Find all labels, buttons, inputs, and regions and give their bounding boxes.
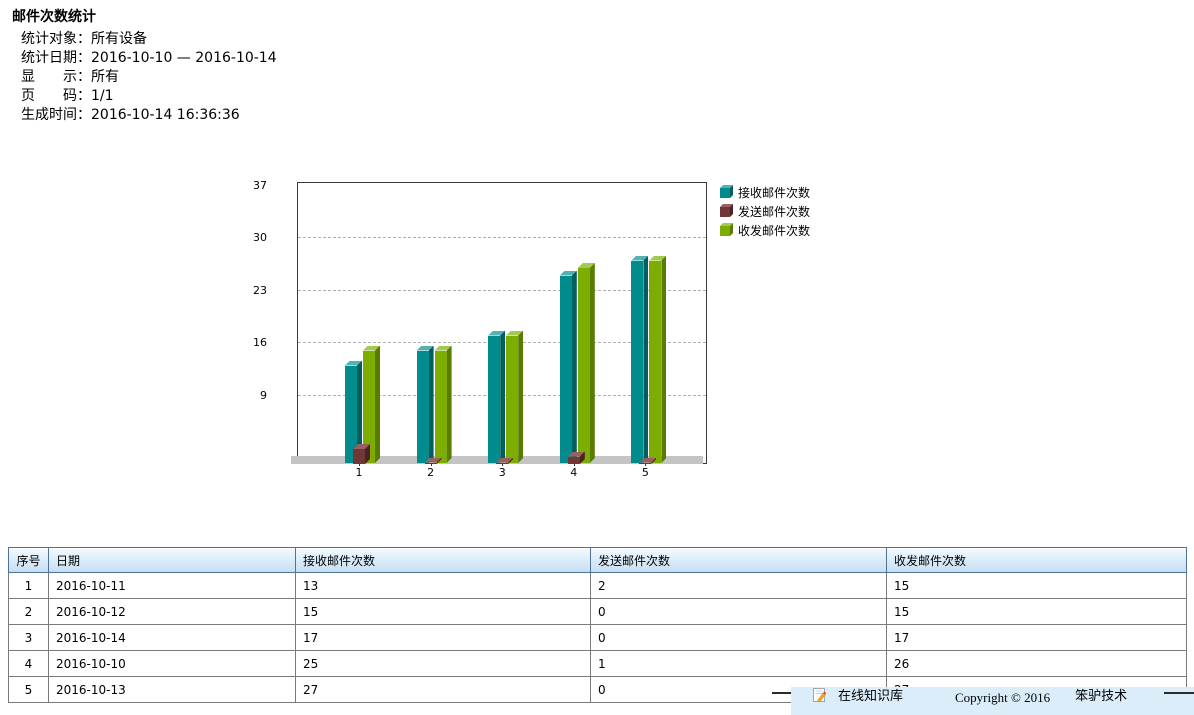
bar-front-face: [578, 268, 590, 463]
bar-total-4: [578, 263, 595, 463]
table-cell: 25: [296, 651, 591, 677]
data-table: 序号日期接收邮件次数发送邮件次数收发邮件次数 12016-10-11132152…: [8, 547, 1187, 703]
table-cell: 2016-10-10: [49, 651, 296, 677]
bar-sent-3: [496, 458, 513, 465]
bar-side-face: [447, 346, 452, 464]
table-cell: 2: [591, 573, 887, 599]
table-row: 12016-10-1113215: [9, 573, 1187, 599]
bar-received-2: [417, 346, 434, 464]
table-cell: 2016-10-14: [49, 625, 296, 651]
bar-front-face: [353, 449, 365, 464]
bar-side-face: [375, 346, 380, 464]
table-cell: 4: [9, 651, 49, 677]
table-cell: 2016-10-11: [49, 573, 296, 599]
table-header-cell: 接收邮件次数: [296, 548, 591, 573]
legend-label: 接收邮件次数: [738, 184, 810, 201]
footer-rule-right: [1164, 692, 1194, 694]
table-cell: 27: [296, 677, 591, 703]
y-axis-label: 30: [217, 231, 267, 244]
knowledge-base-link[interactable]: 在线知识库: [838, 687, 903, 704]
bar-side-face: [500, 331, 505, 464]
y-axis-label: 23: [217, 284, 267, 297]
bar-front-face: [506, 336, 518, 464]
bar-front-face: [435, 351, 447, 464]
legend-swatch: [720, 202, 733, 221]
table-cell: 3: [9, 625, 49, 651]
legend-label: 发送邮件次数: [738, 203, 810, 220]
table-cell: 15: [887, 599, 1187, 625]
bar-received-5: [631, 256, 648, 464]
legend-swatch: [720, 183, 733, 202]
x-axis-label: 2: [419, 466, 443, 479]
table-header-cell: 收发邮件次数: [887, 548, 1187, 573]
y-axis-label: 9: [217, 389, 267, 402]
table-cell: 2: [9, 599, 49, 625]
chart-legend: 接收邮件次数发送邮件次数收发邮件次数: [720, 183, 810, 240]
legend-item: 收发邮件次数: [720, 221, 810, 240]
bar-side-face: [661, 256, 666, 464]
chart-plot-area: 12345: [297, 182, 707, 464]
y-axis-label: 37: [217, 179, 267, 192]
x-axis-label: 5: [633, 466, 657, 479]
table-header-cell: 日期: [49, 548, 296, 573]
table-cell: 0: [591, 599, 887, 625]
table-cell: 15: [296, 599, 591, 625]
bar-side-face: [429, 346, 434, 464]
legend-item: 接收邮件次数: [720, 183, 810, 202]
footer-rule-left: [772, 692, 791, 694]
bar-front-face: [425, 463, 437, 465]
table-cell: 26: [887, 651, 1187, 677]
bar-front-face: [649, 261, 661, 464]
table-cell: 17: [296, 625, 591, 651]
bar-front-face: [631, 261, 643, 464]
knowledge-base-icon: [812, 687, 827, 707]
table-cell: 5: [9, 677, 49, 703]
x-axis-label: 3: [490, 466, 514, 479]
bar-received-4: [560, 271, 577, 464]
bar-sent-2: [425, 458, 442, 465]
bar-front-face: [488, 336, 500, 464]
table-cell: 15: [887, 573, 1187, 599]
table-header-cell: 序号: [9, 548, 49, 573]
legend-item: 发送邮件次数: [720, 202, 810, 221]
table-cell: 1: [9, 573, 49, 599]
bar-front-face: [496, 463, 508, 465]
table-row: 22016-10-1215015: [9, 599, 1187, 625]
footer-bar: 在线知识库 Copyright © 2016 笨驴技术: [791, 687, 1194, 715]
table-row: 32016-10-1417017: [9, 625, 1187, 651]
bar-front-face: [417, 351, 429, 464]
bar-front-face: [568, 457, 580, 465]
bar-side-face: [572, 271, 577, 464]
table-header: 序号日期接收邮件次数发送邮件次数收发邮件次数: [9, 548, 1187, 573]
copyright-text: Copyright © 2016: [955, 687, 1050, 705]
bar-total-5: [649, 256, 666, 464]
bar-front-face: [560, 276, 572, 464]
chart-gridline: [298, 237, 706, 238]
y-axis-label: 16: [217, 336, 267, 349]
table-row: 42016-10-1025126: [9, 651, 1187, 677]
bar-total-2: [435, 346, 452, 464]
table-cell: 13: [296, 573, 591, 599]
bar-sent-4: [568, 452, 585, 465]
table-cell: 17: [887, 625, 1187, 651]
bar-side-face: [518, 331, 523, 464]
table-cell: 0: [591, 625, 887, 651]
bar-sent-1: [353, 444, 370, 464]
bar-sent-5: [639, 458, 656, 465]
legend-swatch: [720, 221, 733, 240]
table-cell: 2016-10-13: [49, 677, 296, 703]
x-axis-label: 4: [562, 466, 586, 479]
bar-received-3: [488, 331, 505, 464]
bar-side-face: [643, 256, 648, 464]
table-cell: 1: [591, 651, 887, 677]
bar-front-face: [639, 463, 651, 465]
company-name: 笨驴技术: [1075, 687, 1127, 704]
bar-total-3: [506, 331, 523, 464]
table-cell: 2016-10-12: [49, 599, 296, 625]
legend-label: 收发邮件次数: [738, 222, 810, 239]
bar-side-face: [590, 263, 595, 463]
table-header-cell: 发送邮件次数: [591, 548, 887, 573]
x-axis-label: 1: [347, 466, 371, 479]
